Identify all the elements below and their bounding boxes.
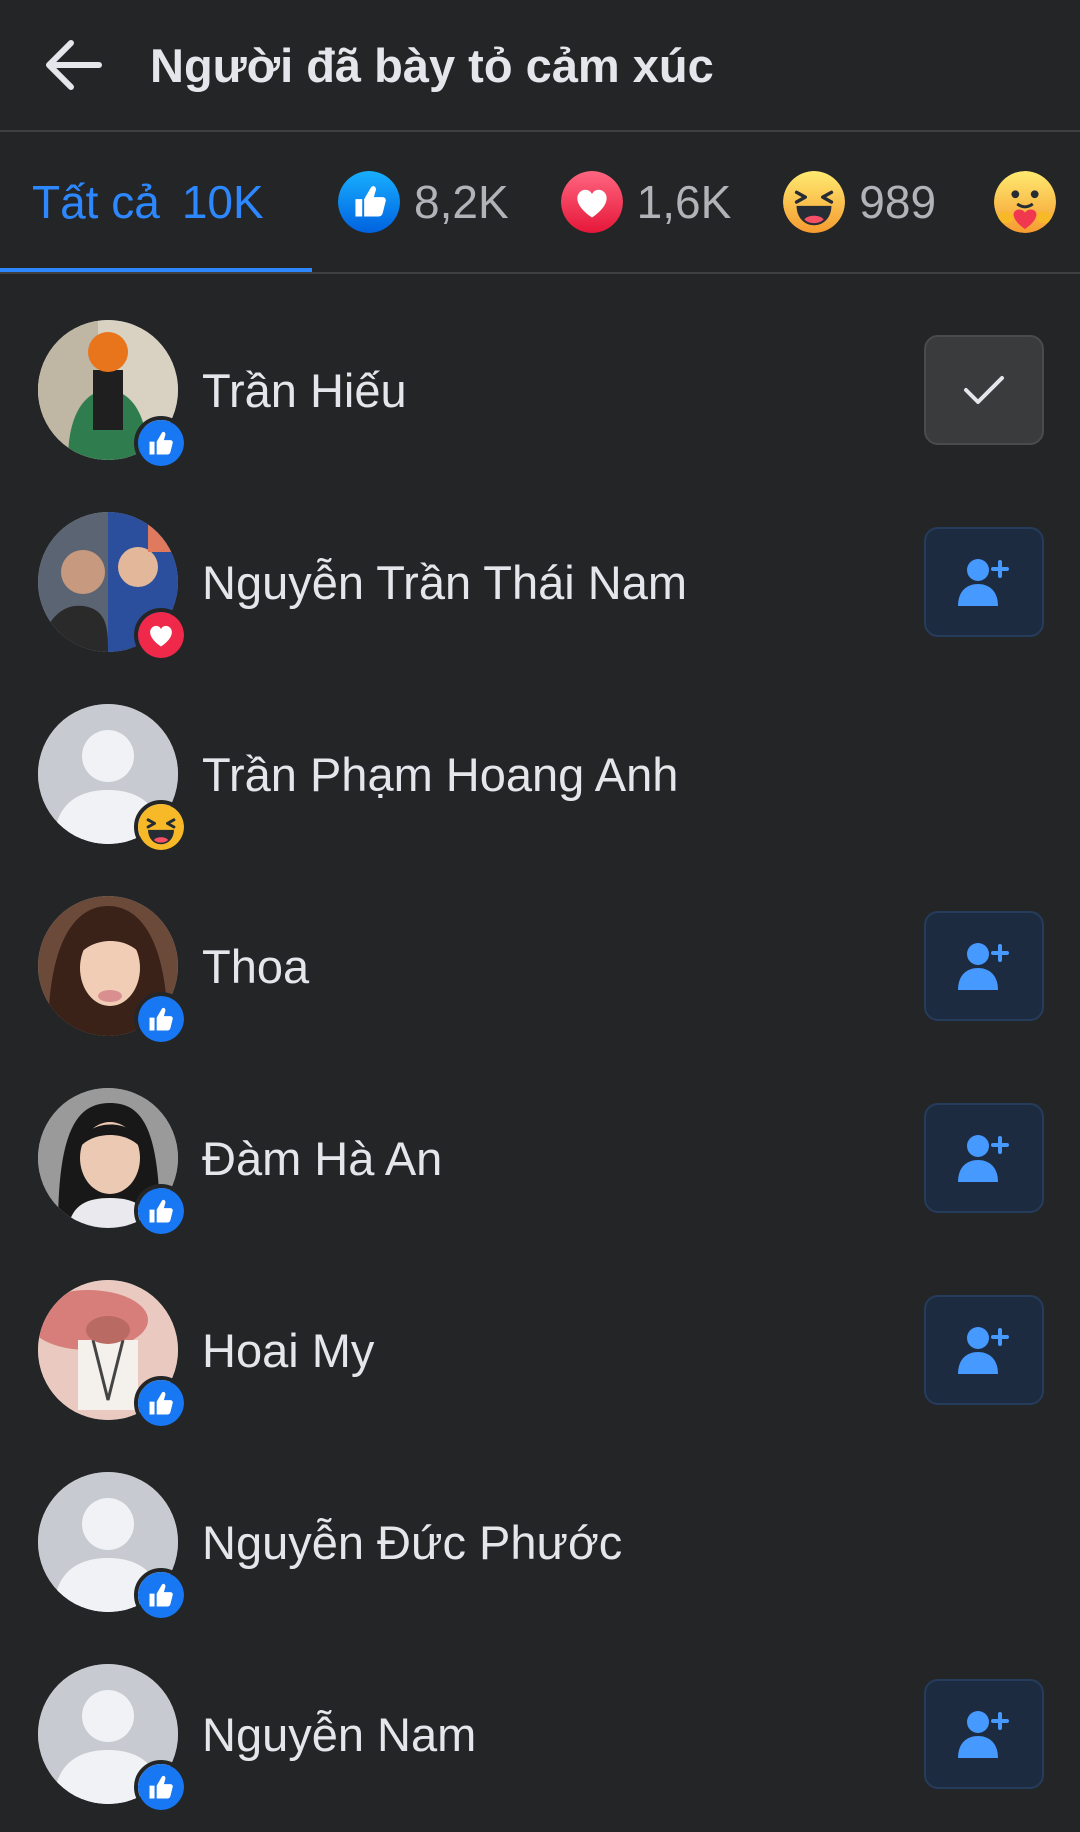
care-reaction-icon (994, 171, 1057, 233)
like-badge-icon (134, 1760, 188, 1814)
like-badge-icon (134, 1568, 188, 1622)
avatar-container (38, 704, 188, 854)
avatar-container (38, 896, 188, 1046)
friends-button[interactable] (924, 335, 1044, 445)
avatar-container (38, 1472, 188, 1622)
list-item[interactable]: Nguyễn Nam (0, 1638, 1080, 1830)
add-friend-button[interactable] (924, 1679, 1044, 1789)
tab-care[interactable] (994, 132, 1070, 272)
haha-reaction-icon (783, 171, 846, 233)
like-badge-icon (134, 1376, 188, 1430)
avatar-container (38, 1664, 188, 1814)
tab-haha-count: 989 (859, 176, 937, 228)
tab-haha[interactable]: 989 (783, 132, 936, 272)
add-friend-button[interactable] (924, 911, 1044, 1021)
tab-all-label: Tất cả (32, 176, 160, 228)
haha-badge-icon (134, 800, 188, 854)
list-item[interactable]: Nguyễn Trần Thái Nam (0, 486, 1080, 678)
tab-love[interactable]: 1,6K (560, 132, 732, 272)
tab-all[interactable]: Tất cả 10K (0, 132, 312, 272)
add-friend-icon (958, 1327, 1009, 1374)
like-badge-icon (134, 416, 188, 470)
person-name[interactable]: Nguyễn Trần Thái Nam (202, 555, 687, 610)
back-button[interactable] (40, 32, 106, 98)
add-friend-button[interactable] (924, 527, 1044, 637)
person-name[interactable]: Nguyễn Đức Phước (202, 1515, 622, 1570)
person-name[interactable]: Hoai My (202, 1323, 374, 1378)
avatar-container (38, 320, 188, 470)
arrow-left-icon (46, 40, 102, 90)
person-name[interactable]: Trần Phạm Hoang Anh (202, 747, 678, 802)
reactor-list: Trần Hiếu Nguyễn Trần Thái Nam Trần Phạm… (0, 274, 1080, 1830)
add-friend-icon (958, 1711, 1009, 1758)
avatar-container (38, 512, 188, 662)
add-friend-button[interactable] (924, 1103, 1044, 1213)
reaction-tabs: Tất cả 10K 8,2K 1,6K 989 (0, 132, 1080, 274)
add-friend-icon (958, 1135, 1009, 1182)
list-item[interactable]: Đàm Hà An (0, 1062, 1080, 1254)
like-reaction-icon (338, 171, 400, 233)
tab-all-count: 10K (181, 176, 264, 228)
person-name[interactable]: Đàm Hà An (202, 1131, 442, 1186)
love-badge-icon (134, 608, 188, 662)
love-reaction-icon (560, 171, 623, 233)
tab-love-count: 1,6K (636, 176, 732, 228)
list-item[interactable]: Trần Hiếu (0, 294, 1080, 486)
add-friend-icon (958, 559, 1009, 606)
person-name[interactable]: Trần Hiếu (202, 363, 407, 418)
list-item[interactable]: Trần Phạm Hoang Anh (0, 678, 1080, 870)
avatar-container (38, 1280, 188, 1430)
add-friend-button[interactable] (924, 1295, 1044, 1405)
tab-like[interactable]: 8,2K (338, 132, 509, 272)
list-item[interactable]: Hoai My (0, 1254, 1080, 1446)
tab-like-count: 8,2K (414, 176, 509, 228)
checkmark-icon (964, 376, 1004, 404)
like-badge-icon (134, 1184, 188, 1238)
avatar-container (38, 1088, 188, 1238)
list-item[interactable]: Nguyễn Đức Phước (0, 1446, 1080, 1638)
reactions-screen: Người đã bày tỏ cảm xúc Tất cả 10K 8,2K … (0, 0, 1080, 1832)
header: Người đã bày tỏ cảm xúc (0, 0, 1080, 132)
page-title: Người đã bày tỏ cảm xúc (150, 38, 714, 92)
add-friend-icon (958, 943, 1009, 990)
like-badge-icon (134, 992, 188, 1046)
list-item[interactable]: Thoa (0, 870, 1080, 1062)
active-tab-indicator (0, 268, 312, 272)
person-name[interactable]: Thoa (202, 939, 309, 994)
person-name[interactable]: Nguyễn Nam (202, 1707, 476, 1762)
